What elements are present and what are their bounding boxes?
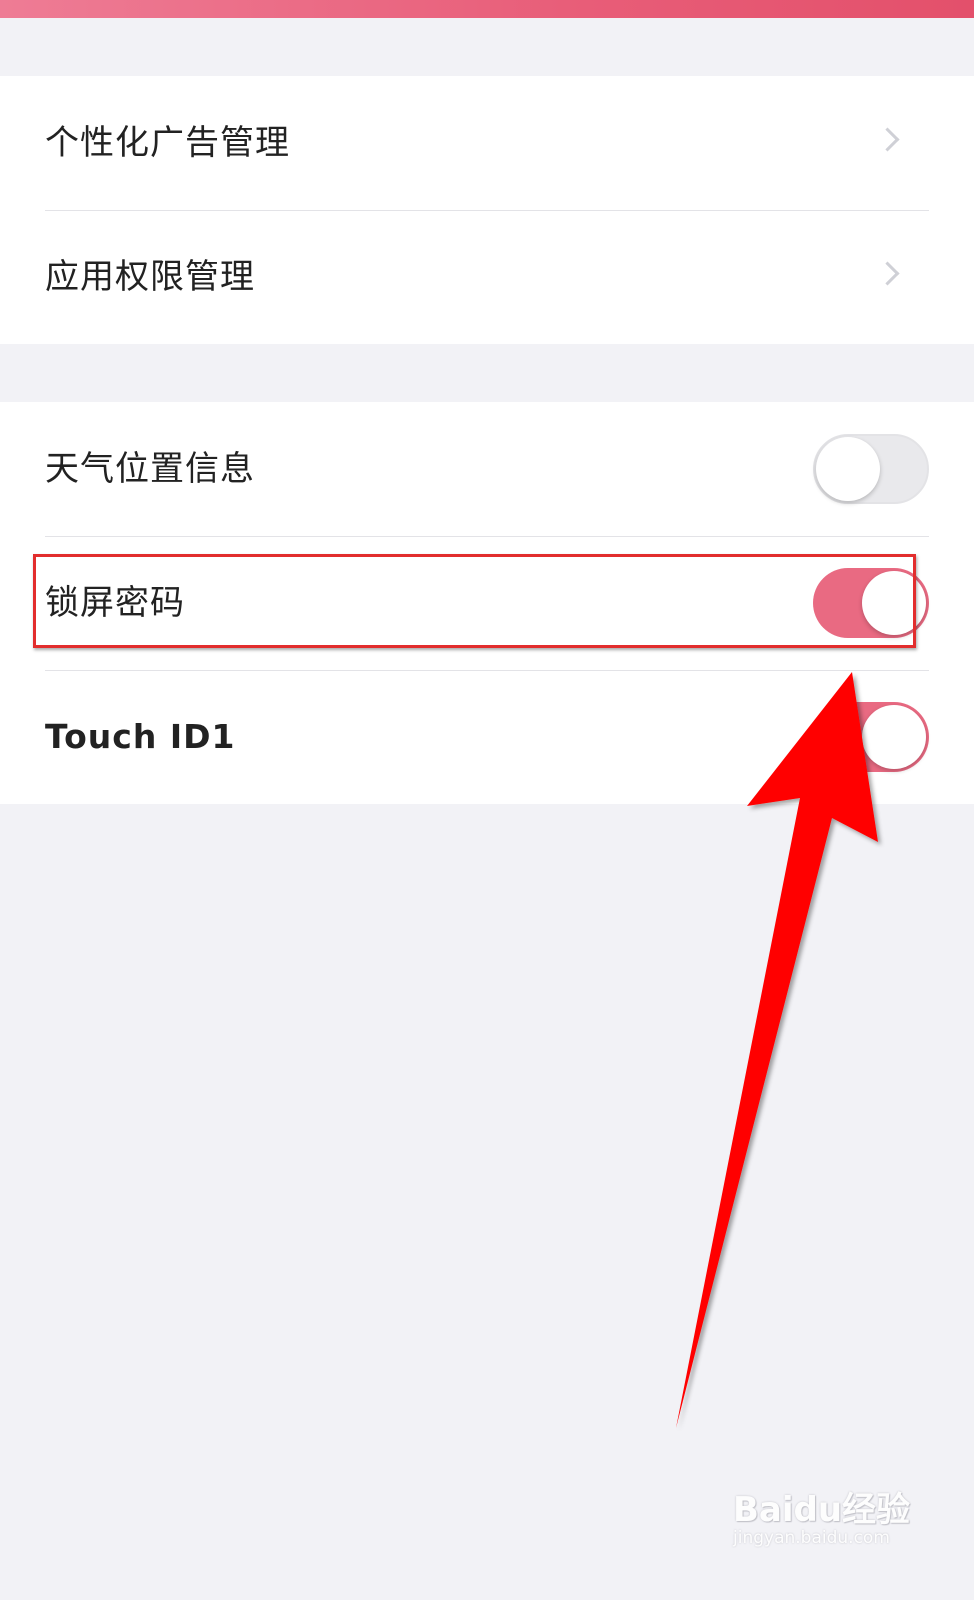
row-label: 应用权限管理 xyxy=(45,257,255,297)
watermark: Baidu经验 jingyan.baidu.com xyxy=(733,1460,933,1560)
row-label: Touch ID1 xyxy=(45,717,236,756)
row-app-permissions[interactable]: 应用权限管理 xyxy=(0,210,974,344)
toggle-knob xyxy=(862,705,926,769)
watermark-url: jingyan.baidu.com xyxy=(733,1528,890,1548)
touch-id-toggle[interactable] xyxy=(813,702,929,772)
toggle-knob xyxy=(862,571,926,635)
row-touch-id: Touch ID1 xyxy=(0,670,974,804)
row-personalized-ads[interactable]: 个性化广告管理 xyxy=(0,76,974,210)
row-lock-screen-password: 锁屏密码 xyxy=(0,536,974,670)
chevron-right-icon xyxy=(875,127,900,152)
lock-screen-password-toggle[interactable] xyxy=(813,568,929,638)
row-label: 个性化广告管理 xyxy=(45,123,290,163)
settings-group-security: 天气位置信息 锁屏密码 Touch ID1 xyxy=(0,402,974,804)
chevron-right-icon xyxy=(875,261,900,286)
row-label: 锁屏密码 xyxy=(45,583,185,623)
settings-group-privacy: 个性化广告管理 应用权限管理 xyxy=(0,76,974,344)
header-bar xyxy=(0,0,974,18)
weather-location-toggle[interactable] xyxy=(813,434,929,504)
row-weather-location: 天气位置信息 xyxy=(0,402,974,536)
watermark-logo: Baidu经验 xyxy=(733,1490,911,1530)
toggle-knob xyxy=(816,437,880,501)
row-label: 天气位置信息 xyxy=(45,449,255,489)
